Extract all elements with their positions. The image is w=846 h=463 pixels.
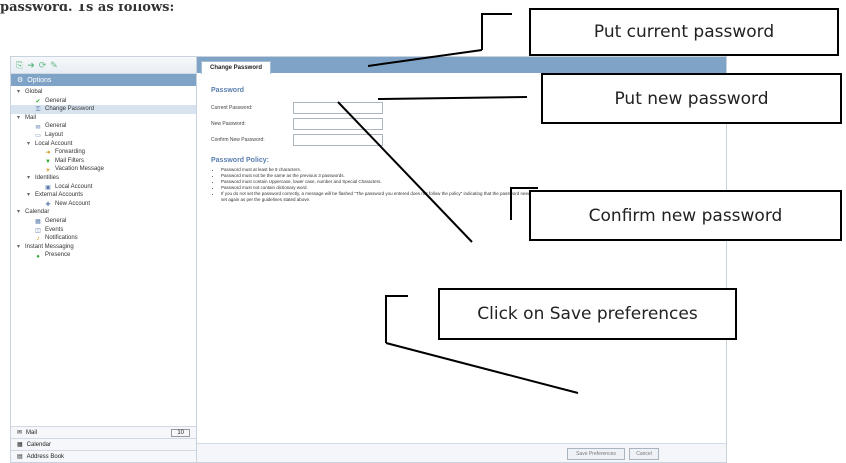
callout-save-preferences: Click on Save preferences [438, 288, 737, 340]
callout-confirm-password: Confirm new password [529, 190, 842, 241]
callout-current-password: Put current password [529, 8, 839, 56]
callout-new-password: Put new password [541, 73, 842, 124]
